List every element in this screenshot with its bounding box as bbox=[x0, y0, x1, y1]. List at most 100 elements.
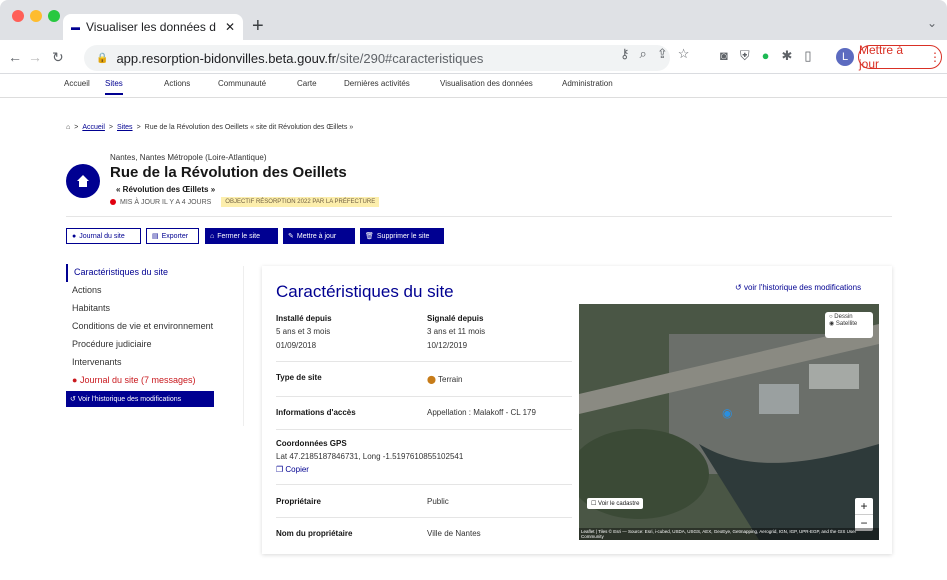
row-divider bbox=[276, 517, 572, 518]
share-icon[interactable]: ⇪ bbox=[657, 46, 668, 62]
sidebar: Caractéristiques du site Actions Habitan… bbox=[66, 264, 236, 390]
update-label-site: Mettre à jour bbox=[296, 232, 337, 240]
owner-name-value: Ville de Nantes bbox=[427, 529, 481, 538]
nav-carte[interactable]: Carte bbox=[297, 79, 317, 88]
layer-control[interactable]: ○ Dessin ◉ Satellite bbox=[825, 312, 873, 338]
extensions: ◙ ⛨ ● ✱ ▯ bbox=[720, 48, 812, 64]
sidebar-item-intervenants[interactable]: Intervenants bbox=[66, 354, 236, 372]
owner-label: Propriétaire bbox=[276, 497, 321, 506]
lock-icon: 🔒 bbox=[96, 52, 109, 64]
trash-icon: 🗑 bbox=[365, 233, 374, 240]
sidebar-item-actions[interactable]: Actions bbox=[66, 282, 236, 300]
breadcrumb-accueil[interactable]: Accueil bbox=[82, 124, 105, 131]
copy-button[interactable]: ❐ Copier bbox=[276, 465, 309, 474]
zoom-in-button[interactable]: + bbox=[855, 498, 873, 514]
nav-administration[interactable]: Administration bbox=[562, 79, 613, 88]
shield-icon[interactable]: ⛨ bbox=[740, 48, 750, 64]
reload-icon[interactable]: ↻ bbox=[52, 49, 64, 66]
home-icon[interactable]: ⌂ bbox=[66, 124, 70, 131]
house-icon: ⌂ bbox=[210, 232, 215, 240]
type-label: Type de site bbox=[276, 373, 322, 382]
sidebar-item-procedure[interactable]: Procédure judiciaire bbox=[66, 336, 236, 354]
flag-icon: ▬ bbox=[71, 22, 80, 32]
camera-icon[interactable]: ◙ bbox=[720, 48, 728, 64]
update-site-button[interactable]: ✎ Mettre à jour bbox=[283, 228, 355, 244]
satellite-map[interactable]: ◉ ○ Dessin ◉ Satellite ☐ Voir le cadastr… bbox=[579, 304, 879, 540]
export-button[interactable]: ▤ Exporter bbox=[146, 228, 199, 244]
zoom-icon[interactable]: ⌕ bbox=[640, 46, 647, 62]
new-tab-icon[interactable]: + bbox=[252, 16, 264, 36]
reported-date: 10/12/2019 bbox=[427, 341, 468, 350]
layer-satellite[interactable]: ◉ Satellite bbox=[829, 320, 869, 327]
key-icon[interactable]: ⚷ bbox=[620, 46, 630, 62]
puzzle-icon[interactable]: ✱ bbox=[781, 48, 792, 64]
sidebar-item-caracteristiques[interactable]: Caractéristiques du site bbox=[66, 264, 236, 282]
sidebar-icon[interactable]: ▯ bbox=[804, 48, 811, 64]
more-icon: ⋮ bbox=[929, 50, 941, 64]
site-home-icon bbox=[66, 164, 100, 198]
address-bar[interactable]: 🔒 app.resorption-bidonvilles.beta.gouv.f… bbox=[84, 45, 670, 71]
sidebar-divider bbox=[243, 266, 244, 426]
gps-label: Coordonnées GPS bbox=[276, 439, 347, 448]
installed-duration: 5 ans et 3 mois bbox=[276, 327, 331, 336]
url-host: app.resorption-bidonvilles.beta.gouv.fr bbox=[116, 50, 336, 66]
bookmark-star-icon[interactable]: ☆ bbox=[678, 46, 690, 62]
export-label: Exporter bbox=[161, 232, 189, 240]
close-site-button[interactable]: ⌂ Fermer le site bbox=[205, 228, 278, 244]
access-value: Appellation : Malakoff - CL 179 bbox=[427, 408, 536, 417]
avatar[interactable]: L bbox=[836, 48, 854, 66]
layer-satellite-label: Satellite bbox=[835, 321, 858, 327]
gps-value: Lat 47.2185187846731, Long -1.5197610855… bbox=[276, 452, 464, 461]
close-window-icon[interactable] bbox=[12, 10, 24, 22]
row-divider bbox=[276, 396, 572, 397]
history-link-label: voir l'historique des modifications bbox=[743, 283, 862, 292]
sidebar-item-journal[interactable]: ● Journal du site (7 messages) bbox=[66, 372, 236, 390]
sidebar-history-button[interactable]: ↺ Voir l'historique des modifications bbox=[66, 391, 214, 407]
update-browser-button[interactable]: Mettre à jour ⋮ bbox=[858, 43, 942, 71]
nav-communaute[interactable]: Communauté bbox=[218, 79, 266, 88]
journal-button[interactable]: ● Journal du site bbox=[66, 228, 141, 244]
nav-actions[interactable]: Actions bbox=[164, 79, 190, 88]
type-value-text: Terrain bbox=[438, 375, 463, 384]
back-icon[interactable]: ← bbox=[8, 49, 22, 65]
extension-green-icon[interactable]: ● bbox=[762, 48, 770, 64]
browser-tabbar: ▬ Visualiser les données d'un site ✕ + ⌄ bbox=[0, 0, 947, 40]
sidebar-history-label: Voir l'historique des modifications bbox=[77, 395, 182, 403]
reported-label: Signalé depuis bbox=[427, 314, 484, 323]
cadastre-toggle[interactable]: ☐ Voir le cadastre bbox=[587, 498, 644, 509]
nav-sites[interactable]: Sites bbox=[105, 79, 123, 95]
browser-tab[interactable]: ▬ Visualiser les données d'un site ✕ bbox=[63, 14, 243, 40]
page-title: Rue de la Révolution des Oeillets bbox=[110, 164, 347, 181]
site-location: Nantes, Nantes Métropole (Loire-Atlantiq… bbox=[110, 153, 267, 162]
nav-accueil[interactable]: Accueil bbox=[64, 79, 90, 88]
site-marker-icon[interactable]: ◉ bbox=[722, 406, 732, 420]
type-value: ⬤ Terrain bbox=[427, 375, 462, 384]
installed-date: 01/09/2018 bbox=[276, 341, 317, 350]
pencil-icon: ✎ bbox=[288, 233, 294, 240]
close-tab-icon[interactable]: ✕ bbox=[225, 20, 235, 34]
map-attribution: Leaflet | Tiles © Esri — Source: Esri, i… bbox=[579, 528, 879, 540]
updated-text: MIS À JOUR IL Y A 4 JOURS bbox=[120, 198, 212, 206]
url-actions: ⚷ ⌕ ⇪ ☆ bbox=[620, 46, 689, 62]
cadastre-label: Voir le cadastre bbox=[598, 501, 640, 507]
nav-activites[interactable]: Dernières activités bbox=[344, 79, 410, 88]
journal-label: Journal du site bbox=[79, 232, 125, 240]
chevron-down-icon[interactable]: ⌄ bbox=[927, 16, 937, 30]
row-divider bbox=[276, 429, 572, 430]
card-title: Caractéristiques du site bbox=[276, 282, 454, 301]
row-divider bbox=[276, 361, 572, 362]
file-icon: ▤ bbox=[152, 233, 159, 240]
status-badge: OBJECTIF RÉSORPTION 2022 PAR LA PRÉFECTU… bbox=[221, 197, 380, 207]
breadcrumb: ⌂ > Accueil > Sites > Rue de la Révolution … bbox=[66, 124, 354, 131]
nav-donnees[interactable]: Visualisation des données bbox=[440, 79, 533, 88]
breadcrumb-sites[interactable]: Sites bbox=[117, 124, 133, 131]
history-link[interactable]: ↺ voir l'historique des modifications bbox=[735, 283, 861, 292]
forward-icon[interactable]: → bbox=[28, 49, 42, 65]
breadcrumb-current: Rue de la Révolution des Oeillets « site… bbox=[144, 124, 354, 131]
maximize-window-icon[interactable] bbox=[48, 10, 60, 22]
sidebar-item-habitants[interactable]: Habitants bbox=[66, 300, 236, 318]
sidebar-item-conditions[interactable]: Conditions de vie et environnement bbox=[66, 318, 236, 336]
owner-value: Public bbox=[427, 497, 449, 506]
delete-site-button[interactable]: 🗑 Supprimer le site bbox=[360, 228, 444, 244]
minimize-window-icon[interactable] bbox=[30, 10, 42, 22]
